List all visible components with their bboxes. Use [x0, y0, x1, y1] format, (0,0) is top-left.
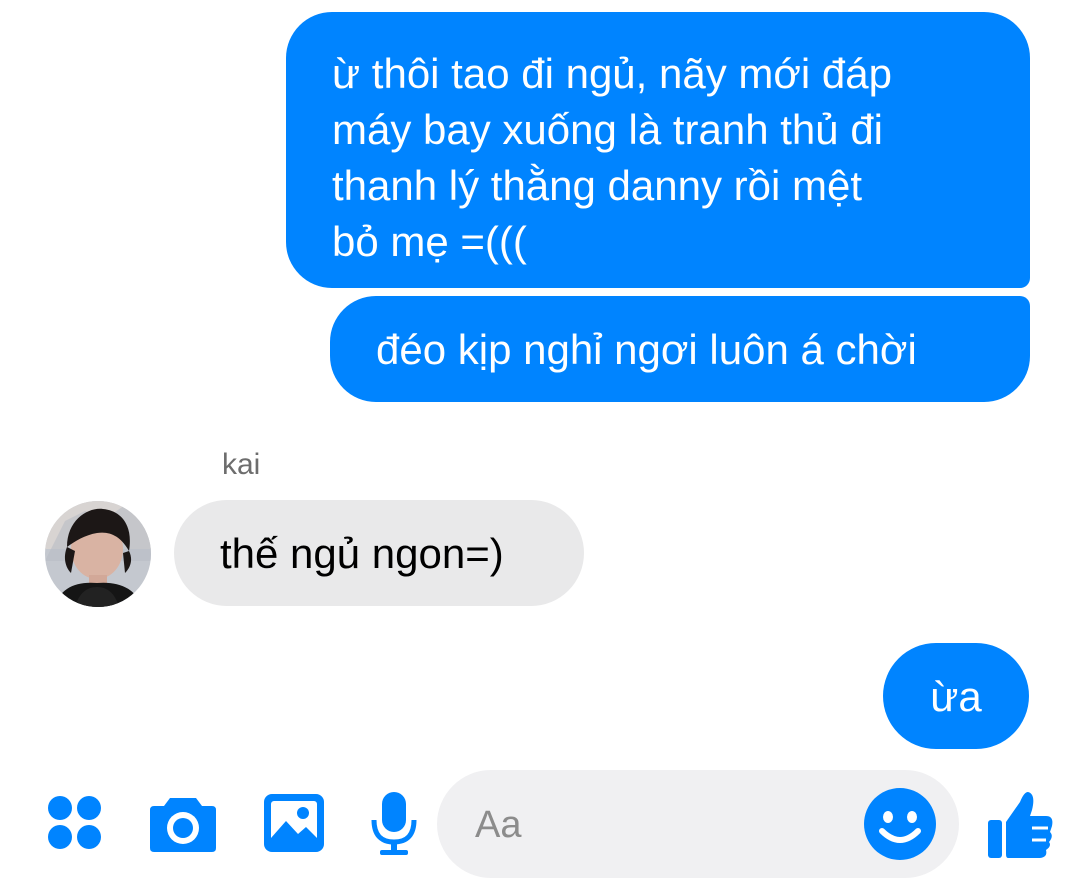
emoji-icon[interactable]: [863, 787, 937, 861]
outgoing-message-bubble[interactable]: đéo kịp nghỉ ngơi luôn á chời: [330, 296, 1030, 402]
avatar-image: [45, 501, 151, 607]
messenger-chat-screen: ừ thôi tao đi ngủ, nãy mới đáp máy bay x…: [0, 0, 1080, 890]
message-composer[interactable]: [437, 770, 959, 878]
gallery-icon[interactable]: [262, 792, 326, 854]
outgoing-message-bubble[interactable]: ừa: [883, 643, 1029, 749]
camera-icon[interactable]: [148, 792, 218, 854]
microphone-icon[interactable]: [370, 790, 418, 858]
incoming-message-bubble[interactable]: thế ngủ ngon=): [174, 500, 584, 606]
apps-icon[interactable]: [46, 794, 104, 852]
message-input[interactable]: [473, 798, 857, 852]
sender-name: kai: [222, 448, 261, 481]
avatar[interactable]: [45, 501, 151, 607]
outgoing-message-bubble[interactable]: ừ thôi tao đi ngủ, nãy mới đáp máy bay x…: [286, 12, 1030, 288]
thumbs-up-icon[interactable]: [986, 788, 1054, 860]
